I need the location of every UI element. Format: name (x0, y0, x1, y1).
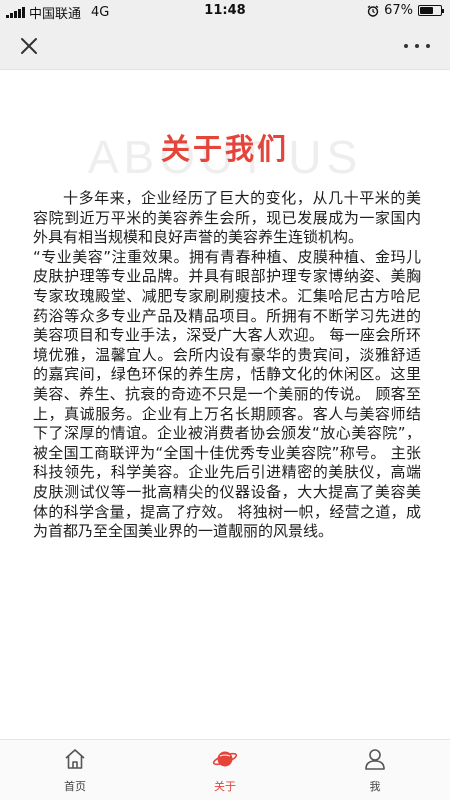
status-right: 67% (367, 3, 444, 18)
status-bar: 中国联通 4G 11:48 67% (0, 0, 450, 22)
tab-about-label: 关于 (214, 780, 236, 793)
more-button[interactable] (404, 34, 430, 58)
page-title: 关于我们 (160, 132, 289, 166)
article-paragraph: 十多年来，企业经历了巨大的变化，从几十平米的美容院到近万平米的美容养生会所，现已… (33, 189, 421, 247)
title-block: ABOUT US 关于我们 (0, 71, 450, 181)
main-content: ABOUT US 关于我们 十多年来，企业经历了巨大的变化，从几十平米的美容院到… (0, 71, 450, 739)
alarm-icon (367, 4, 379, 17)
close-button[interactable] (16, 33, 42, 59)
more-dots-icon (404, 44, 408, 48)
about-article: 十多年来，企业经历了巨大的变化，从几十平米的美容院到近万平米的美容养生会所，现已… (33, 189, 421, 542)
tab-home[interactable]: 首页 (0, 740, 150, 800)
tab-me[interactable]: 我 (300, 740, 450, 800)
home-icon (65, 749, 85, 769)
battery-percent: 67% (384, 3, 413, 18)
close-icon (21, 38, 37, 54)
tab-about[interactable]: 关于 (150, 740, 300, 800)
battery-icon (418, 5, 444, 16)
user-icon (365, 749, 385, 770)
tab-home-label: 首页 (64, 780, 86, 793)
tab-me-label: 我 (369, 780, 381, 793)
article-paragraph: “专业美容”注重效果。拥有青春种植、皮膜种植、金玛儿皮肤护理等专业品牌。并具有眼… (33, 247, 421, 541)
planet-icon (212, 751, 238, 767)
battery-fill (420, 7, 434, 14)
tab-bar: 首页 关于 我 (0, 739, 450, 800)
nav-bar (0, 22, 450, 70)
